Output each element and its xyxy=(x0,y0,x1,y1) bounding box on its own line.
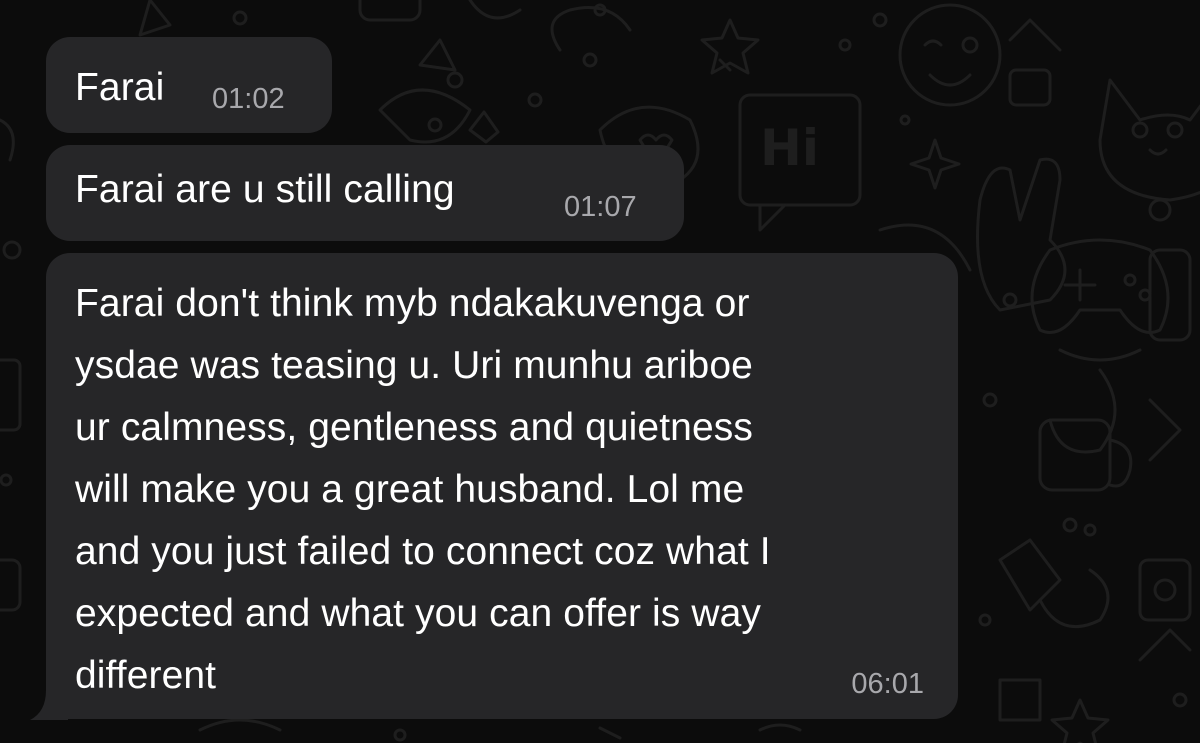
message-text: Farai xyxy=(75,66,165,109)
message-text: Farai don't think myb ndakakuvenga or ys… xyxy=(75,282,771,697)
message-bubble[interactable]: Farai don't think myb ndakakuvenga or ys… xyxy=(46,253,958,719)
chat-area[interactable]: Hi Farai 01:02 Farai are u still calling… xyxy=(0,0,1200,743)
svg-text:Hi: Hi xyxy=(760,119,819,177)
message-bubble[interactable]: Farai 01:02 xyxy=(46,37,332,133)
message-timestamp: 06:01 xyxy=(851,668,924,700)
message-text: Farai are u still calling xyxy=(75,168,455,211)
message-timestamp: 01:07 xyxy=(564,191,637,223)
message-timestamp: 01:02 xyxy=(212,83,285,115)
message-bubble[interactable]: Farai are u still calling 01:07 xyxy=(46,145,684,241)
